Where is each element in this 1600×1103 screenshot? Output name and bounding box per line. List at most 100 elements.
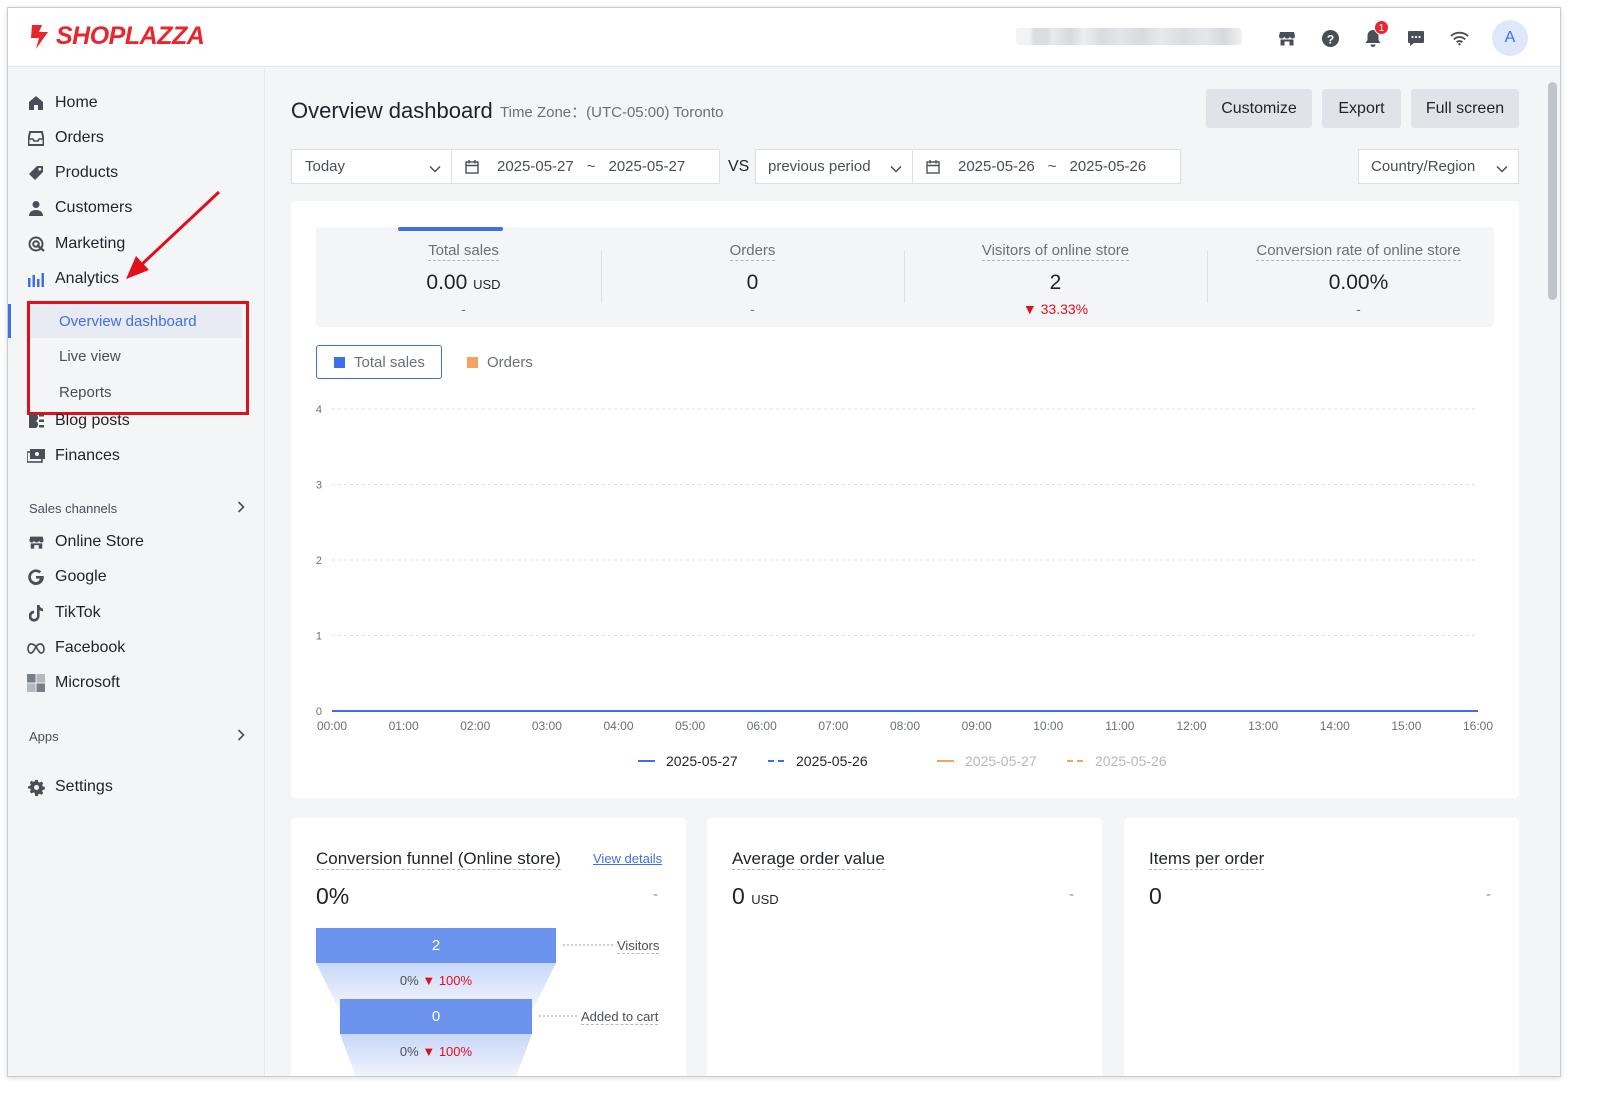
sidebar-item-customers[interactable]: Customers: [8, 191, 265, 225]
date-separator: ~: [1047, 158, 1057, 175]
apps-section[interactable]: Apps: [29, 724, 245, 748]
chevron-down-icon: [429, 160, 441, 177]
compare-date-to: 2025-05-26: [1069, 158, 1147, 175]
x-tick-label: 15:00: [1391, 719, 1421, 733]
help-icon[interactable]: ?: [1320, 28, 1340, 48]
period-select[interactable]: Today: [291, 149, 452, 184]
sales-chart-card: Total sales 0.00 USD - Orders 0 - Visito…: [291, 201, 1519, 798]
sales-channels-section[interactable]: Sales channels: [29, 496, 245, 520]
y-tick-label: 3: [316, 480, 322, 492]
aov-change: -: [1069, 886, 1074, 903]
sidebar-item-label: Facebook: [55, 639, 126, 656]
chevron-right-icon: [237, 500, 245, 516]
sidebar: Home Orders Products Customers Marketing…: [8, 68, 265, 1076]
blog-icon: [27, 412, 45, 430]
sidebar-item-online-store[interactable]: Online Store: [8, 525, 265, 559]
x-tick-label: 08:00: [890, 719, 920, 733]
active-indicator: [8, 304, 11, 338]
top-bar: SHOPLAZZA ? 1 A: [8, 8, 1560, 67]
inbox-icon: [27, 129, 45, 147]
sidebar-item-label: Orders: [55, 129, 104, 146]
funnel-step-added-to-cart[interactable]: 0: [340, 999, 532, 1034]
brand-name: SHOPLAZZA: [56, 22, 205, 50]
compare-date-from: 2025-05-26: [958, 158, 1035, 175]
calendar-icon: [926, 159, 940, 174]
sidebar-item-label: Online Store: [55, 533, 144, 550]
sidebar-item-marketing[interactable]: Marketing: [8, 227, 265, 261]
sidebar-item-orders[interactable]: Orders: [8, 121, 265, 155]
microsoft-icon: [27, 674, 45, 692]
sidebar-item-microsoft[interactable]: Microsoft: [8, 666, 265, 700]
compare-date-range-picker[interactable]: 2025-05-26 ~ 2025-05-26: [912, 149, 1181, 184]
section-label: Apps: [29, 728, 59, 744]
country-region-select[interactable]: Country/Region: [1358, 149, 1519, 184]
page-title: Overview dashboard: [291, 98, 493, 123]
finance-icon: [27, 447, 45, 465]
chat-icon[interactable]: [1406, 28, 1426, 48]
customize-button[interactable]: Customize: [1206, 89, 1312, 128]
sidebar-item-google[interactable]: Google: [8, 560, 265, 594]
x-tick-label: 16:00: [1463, 719, 1493, 733]
sidebar-item-facebook[interactable]: Facebook: [8, 631, 265, 665]
calendar-icon: [465, 159, 479, 174]
date-range-picker[interactable]: 2025-05-27 ~ 2025-05-27: [451, 149, 720, 184]
x-tick-label: 03:00: [532, 719, 562, 733]
x-tick-label: 00:00: [317, 719, 347, 733]
store-icon[interactable]: [1277, 28, 1297, 48]
funnel-gap-1: 0% ▼ 100%: [316, 973, 556, 988]
legend-label: 2025-05-26: [1095, 753, 1167, 769]
gear-icon: [27, 778, 45, 796]
bell-icon[interactable]: 1: [1363, 20, 1389, 48]
compare-select-value: previous period: [768, 158, 871, 175]
x-tick-label: 14:00: [1320, 719, 1350, 733]
target-icon: [27, 235, 45, 253]
sidebar-item-products[interactable]: Products: [8, 156, 265, 190]
meta-icon: [27, 639, 45, 657]
funnel-gap-rate: 0%: [399, 973, 419, 988]
compare-select[interactable]: previous period: [755, 149, 913, 184]
x-tick-label: 13:00: [1248, 719, 1278, 733]
y-tick-label: 0: [316, 706, 322, 718]
person-icon: [27, 199, 45, 217]
page-scrollbar[interactable]: [1545, 68, 1560, 1076]
funnel-gap-change: 100%: [438, 1044, 473, 1059]
y-tick-label: 4: [316, 404, 322, 416]
date-separator: ~: [586, 158, 596, 175]
legend-label: 2025-05-26: [796, 753, 868, 769]
sidebar-item-label: Customers: [55, 199, 133, 216]
sidebar-item-tiktok[interactable]: TikTok: [8, 596, 265, 630]
region-select-value: Country/Region: [1371, 158, 1476, 175]
sidebar-item-label: Analytics: [55, 270, 120, 287]
chevron-down-icon: [1496, 160, 1508, 177]
avatar[interactable]: A: [1492, 20, 1528, 56]
full-screen-button[interactable]: Full screen: [1411, 89, 1519, 128]
chevron-right-icon: [237, 728, 245, 744]
funnel-gap-change: 100%: [438, 973, 473, 988]
chevron-down-icon: [890, 160, 902, 177]
export-button[interactable]: Export: [1322, 89, 1401, 128]
main-content: Overview dashboard Time Zone：(UTC-05:00)…: [266, 68, 1560, 1076]
average-order-value-card: Average order value 0 USD -: [707, 818, 1102, 1076]
sidebar-item-analytics[interactable]: Analytics: [8, 262, 265, 296]
sidebar-item-label: Microsoft: [55, 674, 120, 691]
google-icon: [27, 568, 45, 586]
scrollbar-thumb[interactable]: [1548, 82, 1557, 300]
sidebar-item-blog-posts[interactable]: Blog posts: [8, 404, 265, 438]
sidebar-item-label: Finances: [55, 447, 120, 464]
sidebar-item-finances[interactable]: Finances: [8, 439, 265, 473]
x-tick-label: 07:00: [818, 719, 848, 733]
app-window: SHOPLAZZA ? 1 A Home Orders Products Cus…: [7, 7, 1561, 1077]
x-tick-label: 01:00: [389, 719, 419, 733]
wifi-icon[interactable]: [1449, 28, 1469, 48]
funnel-step-visitors[interactable]: 2: [316, 928, 556, 963]
sidebar-item-settings[interactable]: Settings: [8, 770, 265, 804]
sidebar-item-label: Home: [55, 94, 98, 111]
x-tick-label: 10:00: [1033, 719, 1063, 733]
conversion-funnel-card: Conversion funnel (Online store) View de…: [291, 818, 686, 1076]
timezone-label: Time Zone：(UTC-05:00) Toronto: [500, 104, 724, 121]
shoplazza-logo[interactable]: SHOPLAZZA: [28, 22, 205, 51]
blurred-store-name: [1016, 28, 1242, 45]
down-arrow-icon: ▼: [422, 973, 436, 988]
sidebar-item-home[interactable]: Home: [8, 86, 265, 120]
ipo-value: 0: [1149, 883, 1162, 909]
